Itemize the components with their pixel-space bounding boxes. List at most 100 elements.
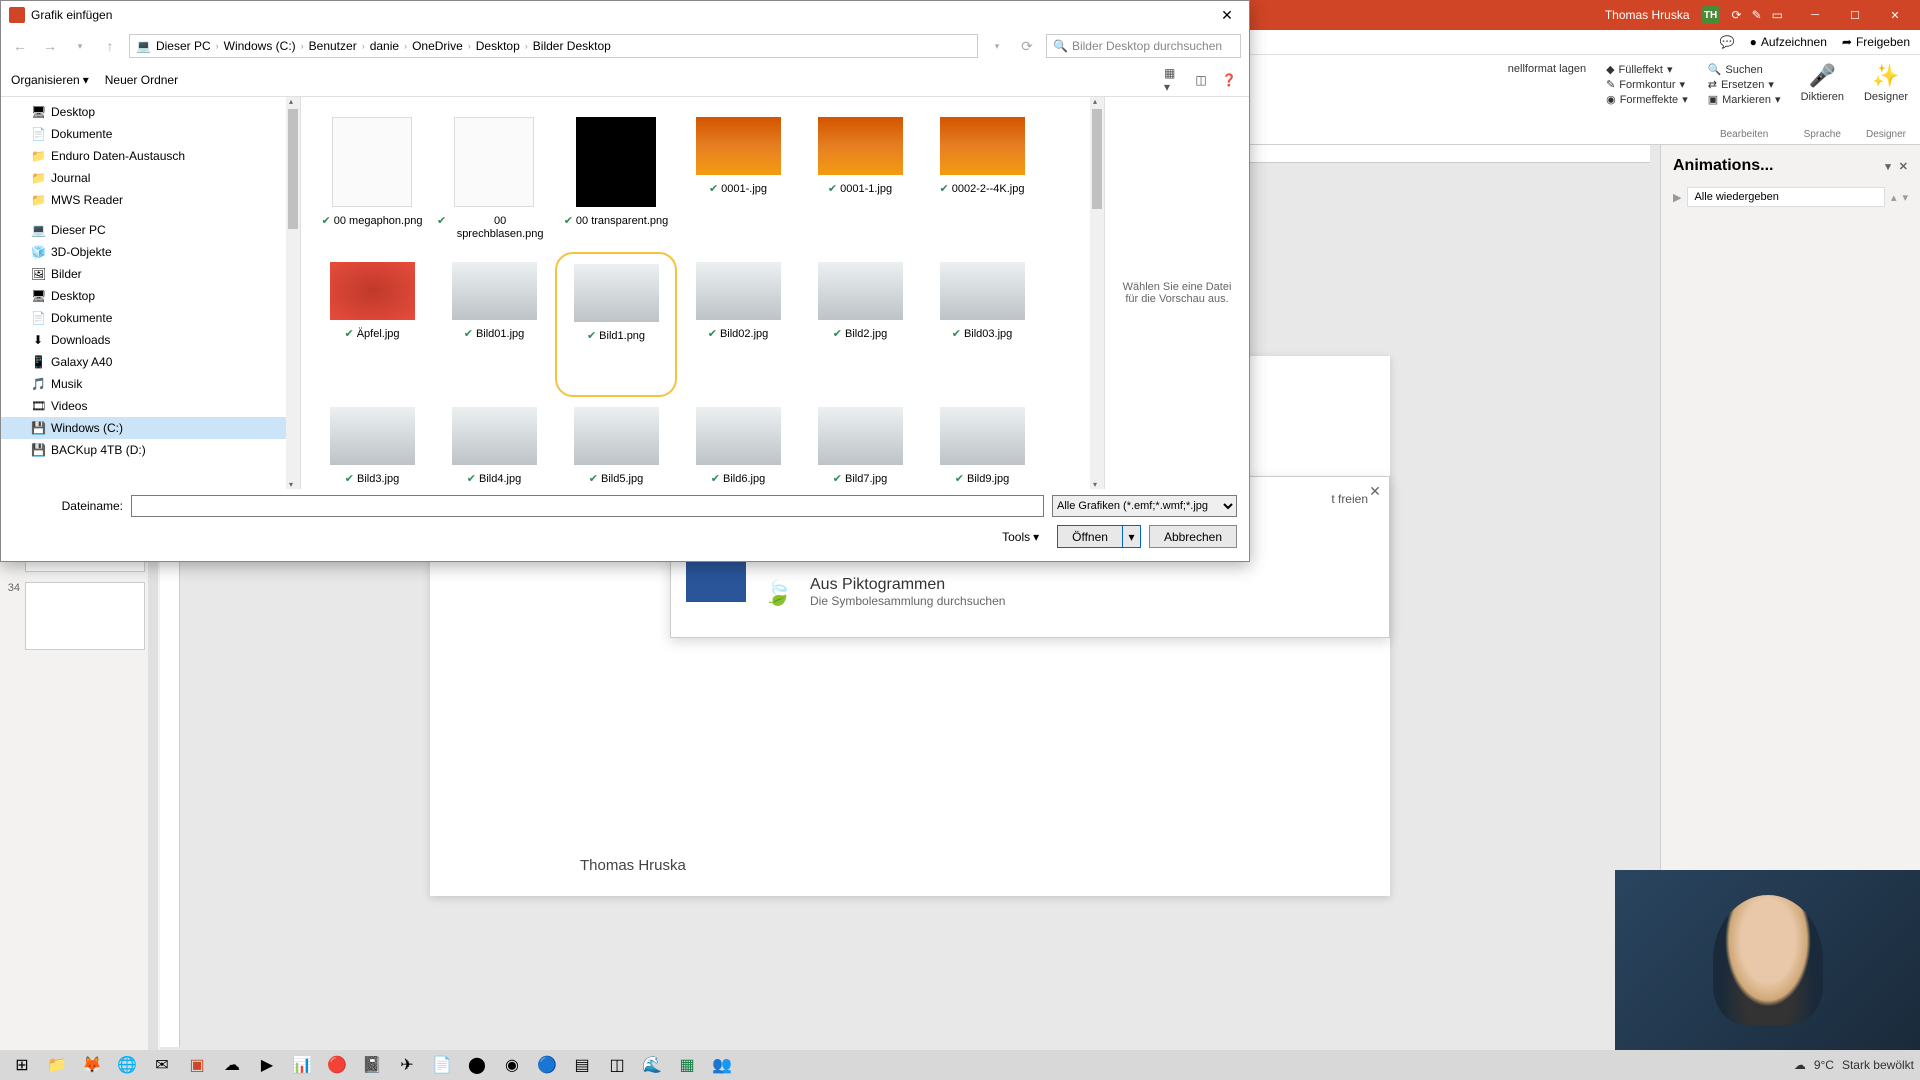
up-icon[interactable]: ▴	[1891, 191, 1897, 204]
crumb-desktop[interactable]: Desktop	[476, 39, 520, 53]
file-item[interactable]: ✔Bild6.jpg	[677, 397, 799, 489]
file-item[interactable]: ✔Bild7.jpg	[799, 397, 921, 489]
tree-item[interactable]: 📄Dokumente	[1, 307, 300, 329]
pen-icon[interactable]: ✎	[1752, 8, 1762, 22]
forward-button[interactable]: →	[39, 35, 61, 57]
chevron-down-icon[interactable]: ▾	[1885, 160, 1891, 173]
open-dropdown[interactable]: ▾	[1123, 525, 1141, 548]
file-item[interactable]: ✔Bild5.jpg	[555, 397, 677, 489]
file-item[interactable]: ✔00 sprechblasen.png	[433, 107, 555, 252]
file-item[interactable]: ✔00 megaphon.png	[311, 107, 433, 252]
up-button[interactable]: ↑	[99, 35, 121, 57]
file-item[interactable]: ✔0001-1.jpg	[799, 107, 921, 252]
file-item[interactable]: ✔00 transparent.png	[555, 107, 677, 252]
app-icon-6[interactable]: ◉	[496, 1051, 528, 1079]
teams-icon[interactable]: 👥	[706, 1051, 738, 1079]
crumb-windowsc[interactable]: Windows (C:)	[224, 39, 296, 53]
search-input[interactable]: 🔍 Bilder Desktop durchsuchen	[1046, 34, 1241, 58]
dictate-button[interactable]: 🎤 Diktieren	[1801, 63, 1844, 103]
powerpoint-icon[interactable]: ▣	[181, 1051, 213, 1079]
app-icon-3[interactable]: 🔴	[321, 1051, 353, 1079]
tree-item[interactable]: 🧊3D-Objekte	[1, 241, 300, 263]
tree-item[interactable]: 🖥Desktop	[1, 285, 300, 307]
ribbon-format[interactable]: nellformat lagen	[1508, 63, 1586, 75]
play-icon[interactable]: ▶	[1673, 191, 1681, 204]
replay-input[interactable]	[1687, 187, 1884, 207]
tree-item[interactable]: 🖥Desktop	[1, 101, 300, 123]
excel-icon[interactable]: ▦	[671, 1051, 703, 1079]
tree-item[interactable]: 📁Enduro Daten-Austausch	[1, 145, 300, 167]
tree-item[interactable]: 💾Windows (C:)	[1, 417, 300, 439]
file-item[interactable]: ✔Bild03.jpg	[921, 252, 1043, 397]
tree-item[interactable]: 🖼Bilder	[1, 263, 300, 285]
shape-outline[interactable]: ✎ Formkontur ▾	[1606, 78, 1688, 91]
user-badge[interactable]: TH	[1702, 6, 1720, 24]
comment-button[interactable]: 💬	[1720, 35, 1735, 49]
tree-item[interactable]: 💾BACKup 4TB (D:)	[1, 439, 300, 461]
cancel-button[interactable]: Abbrechen	[1149, 525, 1237, 548]
tools-button[interactable]: Tools ▾	[1002, 530, 1039, 544]
start-button[interactable]: ⊞	[6, 1051, 38, 1079]
tree-item[interactable]: 📱Galaxy A40	[1, 351, 300, 373]
filename-input[interactable]	[131, 495, 1044, 517]
file-item[interactable]: ✔0001-.jpg	[677, 107, 799, 252]
crumb-onedrive[interactable]: OneDrive	[412, 39, 463, 53]
help-button[interactable]: ❓	[1219, 70, 1239, 90]
explorer-icon[interactable]: 📁	[41, 1051, 73, 1079]
file-item[interactable]: ✔Bild1.png	[555, 252, 677, 397]
crumb-bilderdesktop[interactable]: Bilder Desktop	[533, 39, 611, 53]
tree-item[interactable]: 💻Dieser PC	[1, 219, 300, 241]
file-item[interactable]: ✔Bild4.jpg	[433, 397, 555, 489]
select[interactable]: ▣ Markieren ▾	[1708, 93, 1781, 106]
file-item[interactable]: ✔Bild3.jpg	[311, 397, 433, 489]
chrome-icon[interactable]: 🌐	[111, 1051, 143, 1079]
open-button[interactable]: Öffnen	[1057, 525, 1123, 548]
back-button[interactable]: ←	[9, 35, 31, 57]
share-button[interactable]: ➦ Freigeben	[1842, 35, 1910, 49]
weather-icon[interactable]: ☁	[1794, 1058, 1806, 1072]
app-icon-1[interactable]: ☁	[216, 1051, 248, 1079]
view-mode-button[interactable]: ▦ ▾	[1163, 70, 1183, 90]
outlook-icon[interactable]: ✉	[146, 1051, 178, 1079]
breadcrumb[interactable]: 💻 Dieser PC›Windows (C:)›Benutzer›danie›…	[129, 34, 978, 58]
refresh-button[interactable]: ⟳	[1016, 35, 1038, 57]
recent-dropdown[interactable]: ▾	[69, 35, 91, 57]
maximize-button[interactable]: ☐	[1835, 0, 1875, 30]
tree-item[interactable]: 📁Journal	[1, 167, 300, 189]
app-icon-7[interactable]: 🔵	[531, 1051, 563, 1079]
file-item[interactable]: ✔Bild2.jpg	[799, 252, 921, 397]
minimize-button[interactable]: ─	[1795, 0, 1835, 30]
pane-close-icon[interactable]: ✕	[1899, 160, 1908, 173]
vlc-icon[interactable]: ▶	[251, 1051, 283, 1079]
close-button[interactable]: ✕	[1875, 0, 1915, 30]
preview-pane-button[interactable]: ◫	[1191, 70, 1211, 90]
temperature[interactable]: 9°C	[1814, 1058, 1834, 1072]
file-item[interactable]: ✔Bild01.jpg	[433, 252, 555, 397]
replace[interactable]: ⇄ Ersetzen ▾	[1708, 78, 1781, 91]
filetype-select[interactable]: Alle Grafiken (*.emf;*.wmf;*.jpg	[1052, 495, 1237, 517]
tree-item[interactable]: ⬇Downloads	[1, 329, 300, 351]
dialog-close-button[interactable]: ✕	[1213, 1, 1241, 29]
slide-thumb[interactable]: 34	[5, 582, 155, 650]
close-icon[interactable]: ✕	[1361, 477, 1389, 505]
file-item[interactable]: ✔Bild9.jpg	[921, 397, 1043, 489]
tree-item[interactable]: 🎞Videos	[1, 395, 300, 417]
crumb-dieserpc[interactable]: Dieser PC	[156, 39, 211, 53]
find[interactable]: 🔍 Suchen	[1708, 63, 1781, 76]
edge-icon[interactable]: 🌊	[636, 1051, 668, 1079]
file-item[interactable]: ✔Äpfel.jpg	[311, 252, 433, 397]
record-button[interactable]: ● Aufzeichnen	[1750, 35, 1827, 49]
shape-effects[interactable]: ◉ Formeffekte ▾	[1606, 93, 1688, 106]
firefox-icon[interactable]: 🦊	[76, 1051, 108, 1079]
pictogram-option[interactable]: 🍃 Aus Piktogrammen Die Symbolesammlung d…	[761, 564, 1374, 622]
organize-button[interactable]: Organisieren ▾	[11, 73, 89, 87]
onenote-icon[interactable]: 📓	[356, 1051, 388, 1079]
designer-button[interactable]: ✨ Designer	[1864, 63, 1908, 103]
crumb-benutzer[interactable]: Benutzer	[309, 39, 357, 53]
app-icon-8[interactable]: ▤	[566, 1051, 598, 1079]
app-icon-4[interactable]: 📄	[426, 1051, 458, 1079]
app-icon-5[interactable]: ⬤	[461, 1051, 493, 1079]
app-icon-9[interactable]: ◫	[601, 1051, 633, 1079]
crumb-dropdown[interactable]: ▾	[986, 35, 1008, 57]
sync-icon[interactable]: ⟳	[1732, 8, 1742, 22]
